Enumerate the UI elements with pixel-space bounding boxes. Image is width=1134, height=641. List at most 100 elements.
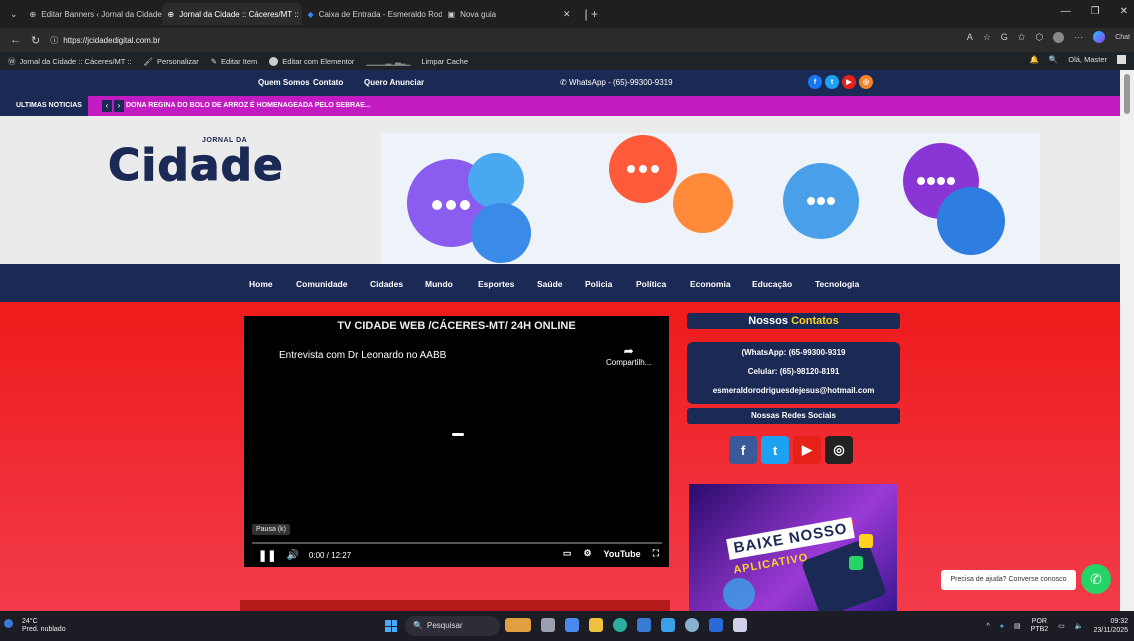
- nav-cidades[interactable]: Cidades: [370, 279, 403, 289]
- ticker-next-icon[interactable]: ›: [114, 100, 124, 112]
- whatsapp-float-button[interactable]: ✆: [1081, 564, 1111, 594]
- settings-app-icon[interactable]: [685, 618, 699, 632]
- edit-item-link[interactable]: Editar Item: [221, 57, 257, 66]
- tray-network-icon[interactable]: ▤: [1014, 622, 1021, 630]
- nav-comunidade[interactable]: Comunidade: [296, 279, 347, 289]
- favorite-star-icon[interactable]: ☆: [983, 32, 991, 43]
- video-player[interactable]: TV CIDADE WEB /CÁCERES-MT/ 24H ONLINE En…: [244, 316, 669, 567]
- misc-app-icon[interactable]: [733, 618, 747, 632]
- quem-somos-link[interactable]: Quem Somos: [258, 78, 310, 87]
- nav-policia[interactable]: Policia: [585, 279, 612, 289]
- youtube-icon[interactable]: ▶: [793, 436, 821, 464]
- ticker-headline[interactable]: DONA REGINA DO BOLO DE ARROZ É HOMENAGEA…: [126, 102, 371, 109]
- help-chat-bubble[interactable]: Precisa de ajuda? Converse conosco: [941, 570, 1076, 590]
- nav-mundo[interactable]: Mundo: [425, 279, 453, 289]
- chat-label[interactable]: Chat: [1115, 34, 1130, 41]
- nav-esportes[interactable]: Esportes: [478, 279, 514, 289]
- twitter-icon[interactable]: t: [825, 75, 839, 89]
- store-icon[interactable]: [637, 618, 651, 632]
- notification-icon[interactable]: 🔔: [1030, 55, 1039, 64]
- taskbar-search[interactable]: 🔍 Pesquisar: [405, 616, 500, 636]
- nav-tecnologia[interactable]: Tecnologia: [815, 279, 859, 289]
- nav-saude[interactable]: Saúde: [537, 279, 563, 289]
- customize-link[interactable]: Personalizar: [157, 57, 199, 66]
- video-progress-bar[interactable]: [252, 542, 662, 544]
- tab-jornal-da-cidade[interactable]: ⊕ Jornal da Cidade :: Cáceres/MT :: ✕: [161, 3, 302, 25]
- instagram-icon[interactable]: ◎: [825, 436, 853, 464]
- weather-widget[interactable]: 24°C Pred. nublado: [4, 618, 66, 634]
- header-banner[interactable]: [381, 133, 1040, 264]
- language-indicator[interactable]: POR PTB2: [1031, 618, 1049, 634]
- tab-editar-banners[interactable]: ⊕ Editar Banners ‹ Jornal da Cidade :: ✕: [24, 3, 162, 25]
- close-window-icon[interactable]: ✕: [1120, 6, 1128, 17]
- app-icon[interactable]: [661, 618, 675, 632]
- task-view-icon[interactable]: [541, 618, 555, 632]
- facebook-icon[interactable]: f: [808, 75, 822, 89]
- copilot-icon[interactable]: [1093, 31, 1106, 43]
- edit-elementor-link[interactable]: Editar com Elementor: [282, 57, 354, 66]
- favorites-icon[interactable]: ✩: [1018, 32, 1026, 43]
- settings-gear-icon[interactable]: ⚙: [583, 548, 591, 559]
- admin-site-link[interactable]: Jornal da Cidade :: Cáceres/MT ::: [20, 57, 132, 66]
- widgets-icon[interactable]: [505, 618, 531, 632]
- tab-list-chevron-icon[interactable]: ⌄: [10, 9, 18, 20]
- video-title[interactable]: Entrevista com Dr Leonardo no AABB: [279, 350, 446, 361]
- system-clock[interactable]: 09:32 23/11/2025: [1093, 617, 1128, 635]
- close-tab-icon[interactable]: ✕: [563, 9, 571, 20]
- app-download-banner[interactable]: BAIXE NOSSO APLICATIVO: [689, 484, 897, 611]
- tray-chevron-icon[interactable]: ^: [986, 623, 989, 630]
- clear-cache-link[interactable]: Limpar Cache: [421, 57, 468, 66]
- youtube-logo[interactable]: YouTube: [604, 549, 641, 559]
- quero-anunciar-link[interactable]: Quero Anunciar: [364, 78, 424, 87]
- admin-avatar[interactable]: [1117, 55, 1126, 64]
- wordpress-icon[interactable]: Ⓦ: [8, 56, 16, 67]
- nav-economia[interactable]: Economia: [690, 279, 731, 289]
- ticker-prev-icon[interactable]: ‹: [102, 100, 112, 112]
- volume-tray-icon[interactable]: 🔈: [1075, 622, 1084, 630]
- url-field[interactable]: ⓘ https://jcidadedigital.com.br: [50, 31, 171, 49]
- edge-icon[interactable]: [613, 618, 627, 632]
- pause-icon[interactable]: ❚❚: [258, 549, 276, 562]
- tray-app-icon[interactable]: ●: [1000, 623, 1004, 630]
- nav-educacao[interactable]: Educação: [752, 279, 792, 289]
- volume-icon[interactable]: 🔊: [286, 550, 298, 561]
- contact-cell[interactable]: Celular: (65)-98120-8191: [687, 367, 900, 376]
- back-icon[interactable]: ←: [10, 34, 21, 46]
- copilot-app-icon[interactable]: [565, 618, 579, 632]
- nav-home[interactable]: Home: [249, 279, 273, 289]
- contato-link[interactable]: Contato: [313, 78, 343, 87]
- more-menu-icon[interactable]: ···: [1074, 32, 1083, 42]
- fullscreen-icon[interactable]: ⛶: [653, 548, 659, 559]
- instagram-icon[interactable]: ◎: [859, 75, 873, 89]
- lang-secondary: PTB2: [1030, 626, 1049, 633]
- profile-avatar[interactable]: [1053, 31, 1065, 43]
- shield-icon[interactable]: ⬡: [1035, 32, 1043, 43]
- start-button[interactable]: [385, 620, 397, 632]
- contact-whatsapp[interactable]: (WhatsApp: (65-99300-9319: [687, 348, 900, 357]
- scrollbar-thumb[interactable]: [1124, 74, 1130, 114]
- topbar-whatsapp[interactable]: ✆ WhatsApp - (65)-99300-9319: [560, 78, 673, 87]
- tab-caixa-de-entrada[interactable]: ◆ Caixa de Entrada - Esmeraldo Rod ✕: [302, 3, 442, 25]
- file-explorer-icon[interactable]: [589, 618, 603, 632]
- read-aloud-icon[interactable]: A: [967, 32, 973, 42]
- new-tab-plus-icon[interactable]: | +: [585, 7, 598, 21]
- mail-app-icon[interactable]: [709, 618, 723, 632]
- site-logo[interactable]: JORNAL DA Cidade: [108, 134, 284, 194]
- youtube-icon[interactable]: ▶: [842, 75, 856, 89]
- admin-search-icon[interactable]: 🔍: [1049, 55, 1058, 64]
- refresh-icon[interactable]: G: [1001, 32, 1008, 42]
- reload-icon[interactable]: ↻: [31, 34, 40, 47]
- share-button[interactable]: ➦ Compartilh...: [606, 344, 651, 367]
- subtitles-icon[interactable]: ▭: [563, 548, 572, 559]
- nav-politica[interactable]: Política: [636, 279, 666, 289]
- twitter-icon[interactable]: t: [761, 436, 789, 464]
- minimize-icon[interactable]: —: [1061, 6, 1071, 17]
- tab-nova-guia[interactable]: ▣ Nova guia ✕: [442, 3, 577, 25]
- site-info-icon[interactable]: ⓘ: [50, 35, 58, 46]
- display-icon[interactable]: ▭: [1058, 622, 1065, 630]
- restore-icon[interactable]: ❐: [1091, 6, 1100, 17]
- admin-greeting[interactable]: Olá, Master: [1068, 55, 1107, 64]
- contact-email[interactable]: esmeraldorodriguesdejesus@hotmail.com: [687, 386, 900, 395]
- facebook-icon[interactable]: f: [729, 436, 757, 464]
- page-scrollbar[interactable]: [1120, 70, 1134, 611]
